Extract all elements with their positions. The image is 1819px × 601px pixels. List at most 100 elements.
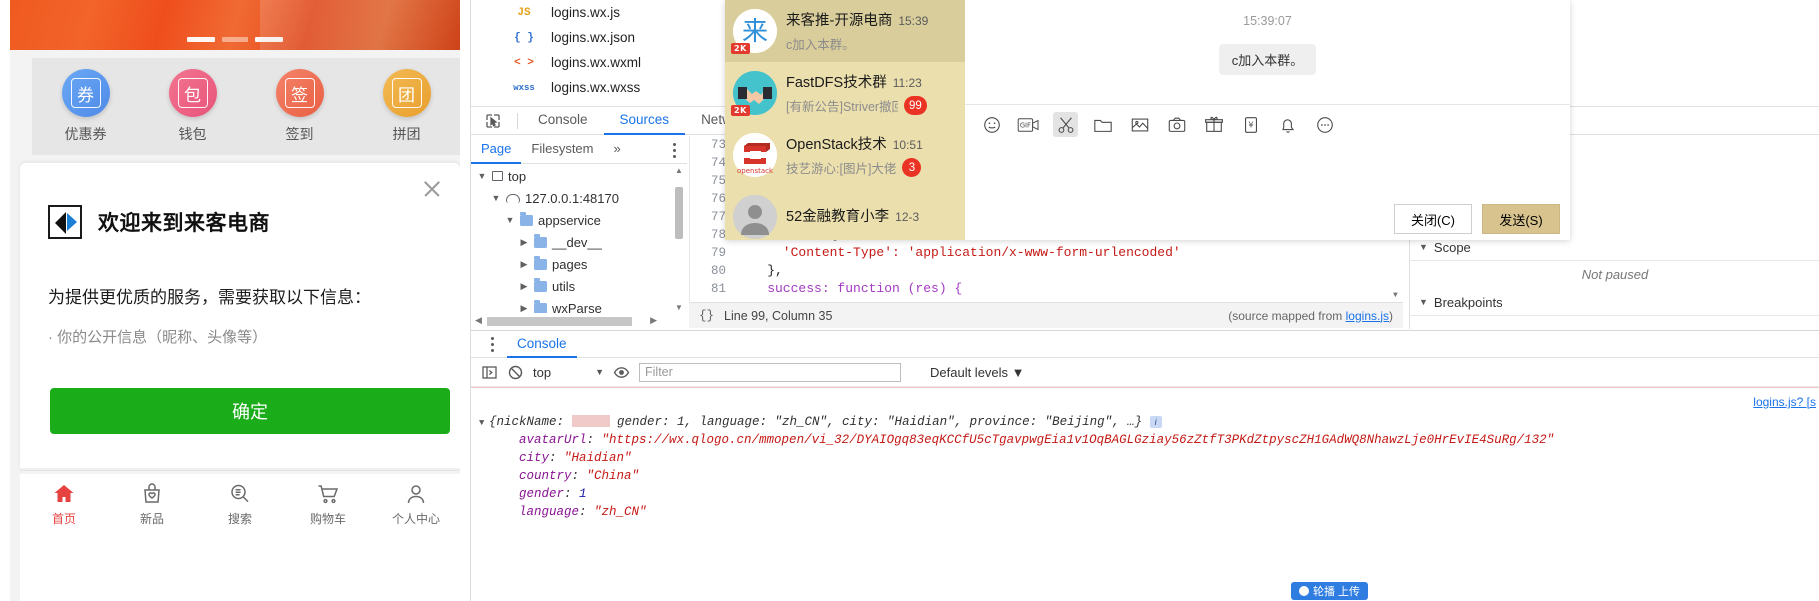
tree-node-label: 127.0.0.1:48170 [525,190,619,206]
more-tabs-chevron-icon[interactable]: » [604,136,631,164]
tabbar-item-profile[interactable]: 个人中心 [372,482,460,527]
clear-console-icon[interactable] [507,364,524,381]
property-key: language [519,505,580,519]
promo-banner[interactable] [10,0,460,50]
banner-dot[interactable] [187,37,215,42]
scroll-up-icon[interactable]: ▲ [675,166,683,175]
tab-console-drawer[interactable]: Console [507,331,577,358]
chevron-right-icon[interactable]: ▶ [519,303,529,314]
avatar-badge: 2K [731,105,750,116]
console-source-link[interactable]: logins.js? [s [1753,395,1816,409]
tree-node-top[interactable]: ▼ top [471,165,671,187]
banner-dot[interactable] [255,37,283,42]
wallet-icon: 包 [168,69,217,117]
qq-conversation-item[interactable]: 52金融教育小李 12-3 [725,186,965,248]
confirm-button[interactable]: 确定 [50,388,450,434]
tabbar-item-search[interactable]: 搜索 [196,482,284,527]
more-options-icon[interactable] [667,140,681,160]
redpacket-icon[interactable]: ¥ [1238,112,1263,137]
console-settings-eye-icon[interactable] [613,364,630,381]
chevron-right-icon[interactable]: ▶ [519,281,529,292]
tabbar-item-cart[interactable]: 购物车 [284,482,372,527]
gif-icon[interactable]: GIF [1016,112,1041,137]
scroll-left-icon[interactable]: ◀ [475,315,482,326]
tab-page[interactable]: Page [471,136,522,164]
screen-root: 券 优惠券 包 钱包 签 签到 团 拼团 欢迎来到来客电商 为提供更优质的服务，… [0,0,1819,601]
scroll-right-icon[interactable]: ▶ [650,315,657,326]
gift-icon[interactable] [1201,112,1226,137]
conversation-text: FastDFS技术群 11:23 [有新公告]Striver撤回 99 [786,71,955,115]
pretty-print-icon[interactable]: {} [699,309,714,323]
emoji-icon[interactable] [979,112,1004,137]
source-map-suffix: ) [1389,308,1393,323]
scrollbar-thumb[interactable] [675,187,683,239]
qq-conversation-item[interactable]: 来 2K 来客推-开源电商 15:39 c加入本群。 [725,0,965,62]
cart-icon [316,482,340,506]
send-button[interactable]: 发送(S) [1482,204,1560,234]
tree-node-appservice[interactable]: ▼ appservice [471,209,671,231]
dialog-title: 欢迎来到来客电商 [98,212,270,235]
chevron-right-icon[interactable]: ▶ [519,259,529,270]
chevron-down-icon[interactable]: ▼ [1419,242,1428,252]
lai-icon: 来 2K [731,9,777,54]
tree-vertical-scrollbar[interactable]: ▲ ▼ [673,165,685,313]
chevron-right-icon[interactable]: ▶ [519,237,529,248]
folder-icon[interactable] [1090,112,1115,137]
code-line: success: function (res) { [736,281,963,296]
execution-context-selector[interactable]: top ▼ [533,365,604,380]
close-icon[interactable] [420,177,444,201]
more-icon[interactable] [1312,112,1337,137]
scroll-down-icon[interactable]: ▼ [675,303,683,312]
tab-console[interactable]: Console [522,106,604,135]
tree-node-origin[interactable]: ▼ 127.0.0.1:48170 [471,187,671,209]
groupbuy-icon: 团 [382,69,431,117]
quick-action-checkin[interactable]: 签 签到 [246,69,353,144]
tabbar-item-home[interactable]: 首页 [20,482,108,527]
image-icon[interactable] [1127,112,1152,137]
more-options-icon[interactable] [485,334,499,355]
quick-action-coupon[interactable]: 券 优惠券 [32,69,139,144]
banner-indicator[interactable] [187,37,283,42]
info-icon[interactable]: i [1149,416,1162,428]
chevron-down-icon[interactable]: ▼ [505,215,515,225]
tab-filesystem[interactable]: Filesystem [521,136,603,164]
drawer-tabbar: Console [471,331,1819,358]
console-filter-input[interactable]: Filter [639,362,901,382]
console-log-levels-dropdown[interactable]: Default levels ▼ [930,365,1025,380]
inspect-element-icon[interactable] [485,113,501,129]
scissors-icon[interactable] [1053,112,1078,137]
expand-triangle-icon[interactable]: ▼ [479,414,489,432]
tab-sources[interactable]: Sources [603,106,686,135]
chevron-down-icon[interactable]: ▼ [491,193,501,203]
upload-pill-button[interactable]: 轮播 上传 [1291,582,1369,600]
tree-horizontal-scrollbar[interactable]: ◀ ▶ [471,314,687,328]
tree-node-dev[interactable]: ▶ __dev__ [471,231,671,253]
console-log-object[interactable]: ▼ {nickName: gender: 1, language: "zh_CN"… [471,413,1819,431]
console-sidebar-icon[interactable] [481,364,498,381]
bell-icon[interactable] [1275,112,1300,137]
authorization-dialog: 欢迎来到来客电商 为提供更优质的服务，需要获取以下信息： · 你的公开信息（昵称… [20,163,460,468]
screenshot-icon[interactable] [1164,112,1189,137]
chevron-down-icon[interactable]: ▼ [477,171,487,181]
tree-node-pages[interactable]: ▶ pages [471,253,671,275]
property-key: gender [519,487,565,501]
tree-node-wxparse[interactable]: ▶ wxParse [471,297,671,313]
breakpoints-section-header[interactable]: ▼ Breakpoints [1410,289,1819,316]
quick-action-wallet[interactable]: 包 钱包 [139,69,246,144]
chevron-down-icon[interactable]: ▼ [1419,297,1428,307]
qq-conversation-item[interactable]: openstack OpenStack技术 10:51 技艺游心:[图片]大佬 … [725,124,965,186]
close-button[interactable]: 关闭(C) [1394,204,1472,234]
tabbar-item-new[interactable]: 新品 [108,482,196,527]
scroll-down-icon[interactable]: ▼ [1393,291,1398,300]
cursor-position: Line 99, Column 35 [724,308,833,323]
source-map-link[interactable]: logins.js [1346,309,1389,323]
quick-action-groupbuy[interactable]: 团 拼团 [353,69,460,144]
property-value: "https://wx.qlogo.cn/mmopen/vi_32/DYAIOg… [601,433,1555,447]
message-row: c加入本群。 [965,44,1570,75]
conversation-time: 10:51 [892,138,923,152]
banner-dot[interactable] [222,37,248,42]
qq-conversation-item[interactable]: 2K FastDFS技术群 11:23 [有新公告]Striver撤回 99 [725,62,965,124]
tree-node-utils[interactable]: ▶ utils [471,275,671,297]
chevron-down-icon[interactable]: ▼ [595,367,604,377]
scrollbar-thumb[interactable] [487,317,632,326]
